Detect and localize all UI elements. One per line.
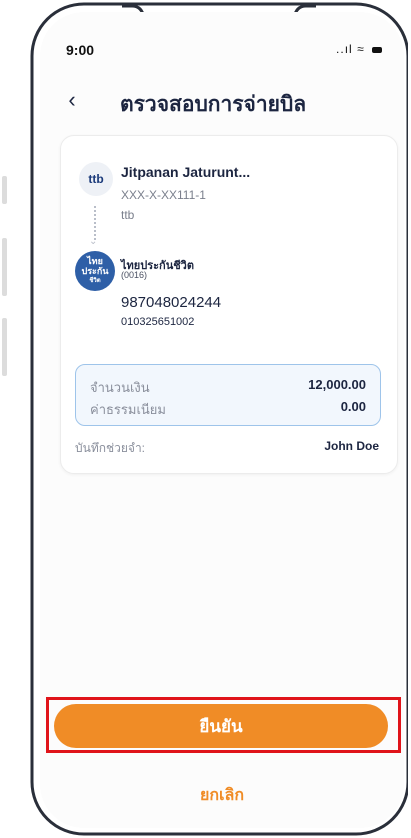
fee-value: 0.00 bbox=[340, 399, 366, 414]
biller-logo-line-2: ประกัน bbox=[81, 266, 109, 276]
cancel-button[interactable]: ยกเลิก bbox=[160, 780, 284, 810]
amount-label: จำนวนเงิน bbox=[90, 380, 150, 395]
page-title: ตรวจสอบการจ่ายบิล bbox=[120, 93, 307, 116]
app-screen: 9:00 ..ıl ≈ ‹ ตรวจสอบการจ่ายบิล ttb Jitp… bbox=[40, 12, 404, 828]
phone-mockup: 9:00 ..ıl ≈ ‹ ตรวจสอบการจ่ายบิล ttb Jitp… bbox=[4, 0, 408, 836]
battery-icon bbox=[372, 46, 382, 53]
status-icons: ..ıl ≈ bbox=[336, 42, 382, 56]
ttb-logo-icon: ttb bbox=[79, 162, 113, 196]
biller-logo-icon: ไทย ประกัน ชีวิต bbox=[75, 251, 115, 291]
transfer-connector bbox=[94, 206, 98, 240]
ttb-logo-text: ttb bbox=[88, 172, 104, 186]
from-account-name: Jitpanan Jaturunt... bbox=[121, 164, 251, 180]
header: ‹ ตรวจสอบการจ่ายบิล bbox=[40, 82, 404, 122]
wifi-icon: ≈ bbox=[357, 42, 365, 56]
memo-label: บันทึกช่วยจำ: bbox=[75, 441, 146, 455]
back-button[interactable]: ‹ bbox=[58, 86, 86, 114]
status-time: 9:00 bbox=[66, 42, 95, 58]
bill-summary-card: ttb Jitpanan Jaturunt... XXX-X-XX111-1 t… bbox=[60, 135, 398, 474]
reference-1: 987048024244 bbox=[121, 294, 222, 311]
confirm-button[interactable]: ยืนยัน bbox=[54, 704, 388, 748]
from-account-number: XXX-X-XX111-1 bbox=[121, 188, 206, 202]
chevron-down-icon: ⌄ bbox=[89, 236, 98, 247]
from-account-bank: ttb bbox=[121, 208, 135, 222]
reference-2: 010325651002 bbox=[121, 316, 195, 328]
biller-logo-line-1: ไทย bbox=[87, 256, 103, 266]
biller-logo-line-3: ชีวิต bbox=[89, 278, 101, 284]
amount-summary-box: จำนวนเงิน 12,000.00 ค่าธรรมเนียม 0.00 bbox=[75, 364, 381, 426]
chevron-left-icon: ‹ bbox=[68, 87, 76, 112]
amount-value: 12,000.00 bbox=[308, 377, 366, 392]
biller-code: (0016) bbox=[121, 270, 148, 280]
memo-value: John Doe bbox=[324, 439, 379, 453]
fee-label: ค่าธรรมเนียม bbox=[90, 402, 166, 417]
signal-icon: ..ıl bbox=[336, 42, 353, 56]
